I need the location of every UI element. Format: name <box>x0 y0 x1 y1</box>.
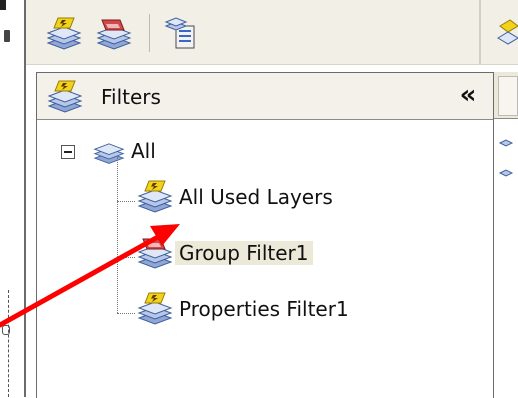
collapse-panel-button[interactable]: « <box>453 81 483 111</box>
edge-marker-icon <box>4 30 10 42</box>
layer-states-manager-button[interactable] <box>160 14 200 54</box>
tree-item-all[interactable]: All <box>91 135 156 167</box>
window-edge <box>0 0 12 397</box>
tree-item-label: All Used Layers <box>179 185 333 209</box>
edge-tick <box>2 325 10 335</box>
filter-tree: All All Used Layers Group Filter1 Proper… <box>37 119 493 398</box>
tree-item-group-filter1[interactable]: Group Filter1 <box>135 237 313 269</box>
layer-list-header <box>494 72 518 119</box>
toolbar-divider <box>479 0 481 64</box>
new-layer-button[interactable] <box>496 18 518 50</box>
toolbar-separator <box>149 14 150 52</box>
layer-row-icon[interactable] <box>498 138 514 148</box>
layer-states-manager-icon <box>160 14 200 54</box>
new-group-filter-icon <box>94 14 134 54</box>
edge-dotted-line <box>8 290 9 397</box>
used-layers-filter-icon <box>135 179 175 215</box>
new-property-filter-icon <box>44 14 84 54</box>
property-filter-icon <box>135 291 175 327</box>
tree-connector <box>117 201 135 202</box>
tree-item-label: All <box>131 139 156 163</box>
column-header[interactable] <box>498 76 518 116</box>
tree-item-properties-filter1[interactable]: Properties Filter1 <box>135 293 349 325</box>
group-filter-icon <box>135 235 175 271</box>
panel-title: Filters <box>101 85 161 109</box>
layer-toolbar <box>26 0 518 65</box>
tree-item-label: Properties Filter1 <box>179 297 349 321</box>
edge-marker-top <box>0 0 6 10</box>
filters-header-icon <box>45 79 85 115</box>
all-layers-icon <box>91 135 127 167</box>
filters-header: Filters « <box>37 73 493 120</box>
layer-list-panel <box>493 72 518 397</box>
tree-item-all-used-layers[interactable]: All Used Layers <box>135 181 333 213</box>
tree-connector <box>117 257 135 258</box>
tree-item-label: Group Filter1 <box>175 241 313 265</box>
tree-connector <box>117 313 135 314</box>
new-layer-icon <box>497 19 518 45</box>
layer-row-icon[interactable] <box>498 168 514 178</box>
tree-connector <box>117 157 118 313</box>
new-group-filter-button[interactable] <box>94 14 134 54</box>
new-property-filter-button[interactable] <box>44 14 84 54</box>
collapse-tree-icon[interactable] <box>61 145 75 159</box>
filters-panel: Filters « All All Used Layers Group Filt… <box>36 72 494 398</box>
